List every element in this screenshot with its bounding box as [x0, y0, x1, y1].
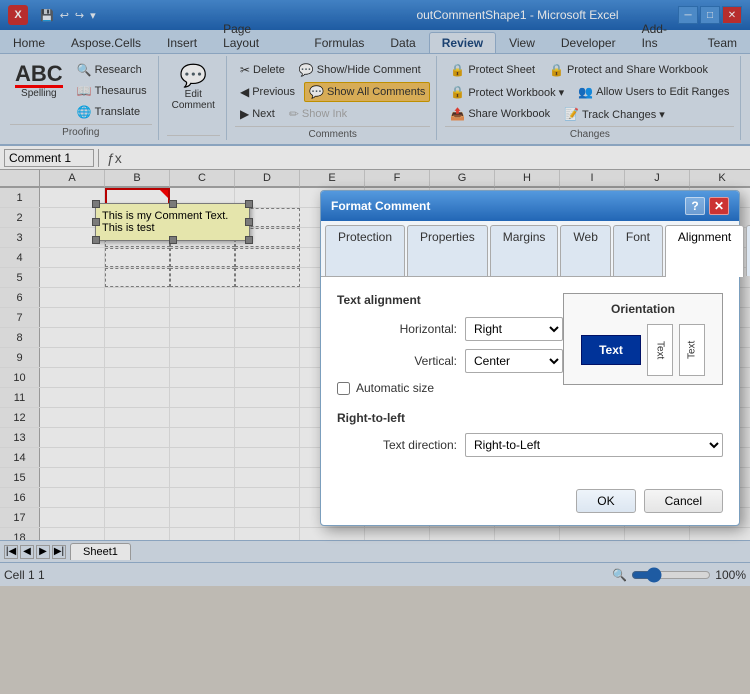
orientation-horizontal-btn[interactable]: Text: [581, 335, 641, 365]
horizontal-label: Horizontal:: [337, 322, 457, 336]
tab-font[interactable]: Font: [613, 225, 663, 276]
orientation-vertical-left[interactable]: Text: [647, 324, 673, 376]
tab-alignment[interactable]: Alignment: [665, 225, 744, 277]
auto-size-label: Automatic size: [356, 381, 434, 395]
direction-label: Text direction:: [337, 438, 457, 452]
orientation-section: Orientation Text Text Text: [563, 293, 723, 385]
direction-row: Text direction: Context Left-to-Right Ri…: [337, 433, 723, 457]
direction-select[interactable]: Context Left-to-Right Right-to-Left: [465, 433, 723, 457]
dialog-title-text: Format Comment: [331, 199, 430, 213]
dialog-title-bar: Format Comment ? ✕: [321, 191, 739, 221]
rtl-section: Right-to-left Text direction: Context Le…: [337, 411, 723, 457]
orientation-vr-btn[interactable]: Text: [679, 324, 705, 376]
orientation-vl-btn[interactable]: Text: [647, 324, 673, 376]
auto-size-checkbox[interactable]: [337, 382, 350, 395]
orientation-horizontal[interactable]: Text: [581, 335, 641, 365]
auto-size-row: Automatic size: [337, 381, 563, 395]
dialog-footer: OK Cancel: [321, 481, 739, 525]
tab-protection[interactable]: Protection: [325, 225, 405, 276]
tab-properties[interactable]: Properties: [407, 225, 488, 276]
horizontal-select[interactable]: Left Center Right Justify Distributed: [465, 317, 563, 341]
rtl-title: Right-to-left: [337, 411, 723, 425]
orientation-options: Text Text Text: [572, 324, 714, 376]
vertical-row: Vertical: Top Center Bottom Justify Dist…: [337, 349, 563, 373]
dialog-title-buttons: ? ✕: [685, 197, 729, 215]
tab-colors-lines[interactable]: Colors and Lines: [746, 225, 750, 276]
tab-web[interactable]: Web: [560, 225, 610, 276]
orientation-vertical-right[interactable]: Text: [679, 324, 705, 376]
vertical-select[interactable]: Top Center Bottom Justify Distributed: [465, 349, 563, 373]
dialog-tab-bar: Protection Properties Margins Web Font A…: [321, 221, 739, 277]
tab-margins[interactable]: Margins: [490, 225, 559, 276]
horizontal-row: Horizontal: Left Center Right Justify Di…: [337, 317, 563, 341]
dialog-close-button[interactable]: ✕: [709, 197, 729, 215]
help-button[interactable]: ?: [685, 197, 705, 215]
vertical-label: Vertical:: [337, 354, 457, 368]
dialog-body: Orientation Text Text Text: [321, 277, 739, 481]
cancel-button[interactable]: Cancel: [644, 489, 723, 513]
orientation-title: Orientation: [572, 302, 714, 316]
dialog-overlay: Format Comment ? ✕ Protection Properties…: [0, 0, 750, 694]
format-comment-dialog: Format Comment ? ✕ Protection Properties…: [320, 190, 740, 526]
ok-button[interactable]: OK: [576, 489, 635, 513]
